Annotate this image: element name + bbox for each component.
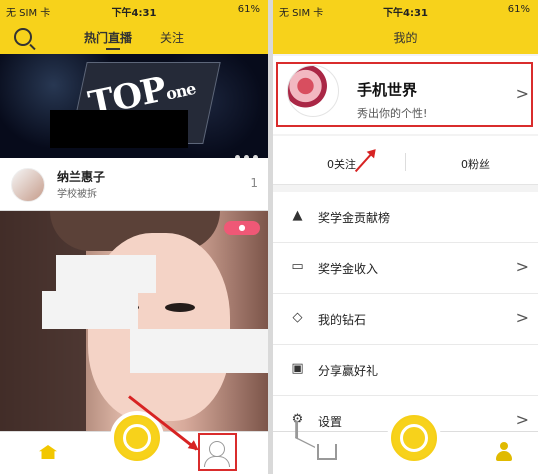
menu-label: 奖学金收入: [318, 262, 379, 276]
profile-tab-highlight[interactable]: [198, 433, 237, 471]
menu-item-my-diamonds[interactable]: ◇ 我的钻石 >: [273, 294, 538, 345]
chevron-right-icon: >: [515, 410, 529, 429]
privacy-mask: [56, 255, 156, 293]
graduation-cap-icon: ▲: [292, 208, 303, 223]
live-banner[interactable]: TOPone: [0, 54, 268, 158]
privacy-mask: [130, 329, 268, 373]
streamer-name: 纳兰惠子: [57, 170, 106, 184]
right-status-bar: 无 SIM 卡 下午4:31 61%: [273, 0, 538, 20]
live-tag: ●: [224, 221, 260, 235]
streamer-subtitle: 学校被拆: [57, 189, 97, 200]
profile-card[interactable]: 手机世界 秀出你的个性! >: [273, 56, 538, 134]
menu-label: 分享赢好礼: [318, 364, 379, 378]
tab-follow[interactable]: 关注: [160, 29, 184, 46]
menu-label: 我的钻石: [318, 313, 367, 327]
wallet-icon: ▭: [291, 259, 304, 274]
banner-redaction: [50, 110, 188, 148]
following-count[interactable]: 0关注: [327, 156, 356, 172]
chevron-right-icon: >: [515, 257, 529, 276]
status-time: 下午4:31: [383, 8, 428, 19]
tab-hot-live[interactable]: 热门直播: [84, 29, 132, 50]
search-icon[interactable]: [14, 28, 32, 46]
menu-item-scholarship-ranking[interactable]: ▲ 奖学金贡献榜: [273, 192, 538, 243]
left-phone-screen: 无 SIM 卡 下午4:31 61% 热门直播 关注 TOPone 纳兰惠子 学…: [0, 0, 268, 474]
status-time: 下午4:31: [111, 8, 157, 19]
profile-name: 手机世界: [357, 81, 418, 99]
my-page-header: 我的: [273, 20, 538, 54]
diamond-icon: ◇: [292, 310, 303, 325]
banner-small-word: one: [164, 78, 197, 104]
right-eye: [165, 303, 195, 312]
home-icon[interactable]: [39, 445, 57, 459]
fans-count[interactable]: 0粉丝: [461, 156, 490, 172]
stats-divider: [405, 153, 406, 171]
left-status-bar: 无 SIM 卡 下午4:31 61%: [0, 0, 268, 20]
user-icon[interactable]: [495, 442, 513, 461]
profile-signature: 秀出你的个性!: [357, 107, 428, 120]
battery-text: 61%: [507, 4, 530, 15]
battery-text: 61%: [237, 4, 260, 15]
privacy-mask: [42, 291, 138, 329]
chevron-right-icon: >: [515, 308, 529, 327]
streamer-avatar[interactable]: [11, 168, 45, 202]
profile-stats: 0关注 0粉丝: [273, 136, 538, 185]
profile-avatar[interactable]: [287, 65, 339, 117]
menu-label: 奖学金贡献榜: [318, 211, 391, 225]
chevron-right-icon[interactable]: >: [516, 84, 529, 103]
menu-label: 设置: [318, 415, 343, 429]
menu-item-share-gifts[interactable]: ▣ 分享赢好礼: [273, 345, 538, 396]
user-icon[interactable]: [204, 441, 230, 467]
right-phone-screen: 无 SIM 卡 下午4:31 61% 我的 手机世界 秀出你的个性! > 0关注…: [273, 0, 538, 474]
home-icon[interactable]: [317, 444, 337, 460]
live-camera-button[interactable]: [387, 411, 441, 465]
gift-icon: ▣: [291, 361, 304, 376]
streamer-row[interactable]: 纳兰惠子 学校被拆 1: [0, 158, 268, 211]
page-title: 我的: [393, 31, 418, 45]
left-bottom-navigation: [0, 411, 268, 474]
right-bottom-navigation: [273, 411, 538, 474]
menu-item-scholarship-income[interactable]: ▭ 奖学金收入 >: [273, 243, 538, 294]
top-navigation: 热门直播 关注: [0, 20, 268, 54]
viewer-count: 1: [250, 176, 258, 190]
